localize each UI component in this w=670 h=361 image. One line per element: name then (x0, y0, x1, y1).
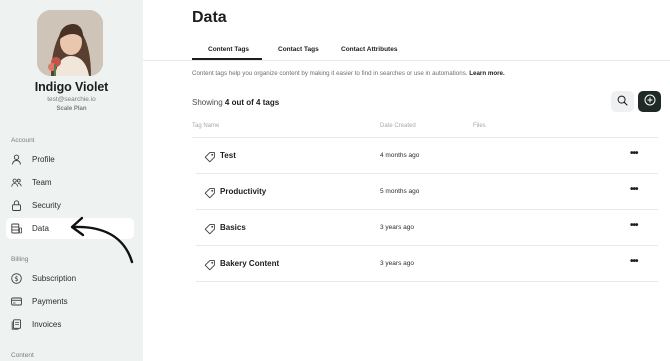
svg-text:$: $ (14, 275, 18, 283)
description-text: Content tags help you organize content b… (192, 70, 468, 77)
more-options-icon[interactable]: ••• (630, 149, 644, 161)
team-icon (11, 177, 22, 188)
sidebar-item-subscription[interactable]: $ Subscription (6, 268, 134, 289)
more-options-icon[interactable]: ••• (630, 257, 644, 269)
database-icon (11, 223, 22, 234)
section-label-account: Account (11, 137, 35, 144)
tag-icon (204, 222, 216, 235)
more-options-icon[interactable]: ••• (630, 221, 644, 233)
user-plan: Scale Plan (56, 106, 87, 112)
tag-date: 5 months ago (380, 188, 420, 195)
tab-content-tags[interactable]: Content Tags (208, 46, 249, 53)
sidebar-item-label: Data (32, 224, 49, 233)
tab-contact-tags[interactable]: Contact Tags (278, 46, 319, 53)
showing-count: Showing 4 out of 4 tags (192, 98, 279, 107)
description: Content tags help you organize content b… (192, 70, 505, 77)
user-icon (11, 154, 22, 165)
tag-date: 3 years ago (380, 260, 414, 267)
sidebar-item-label: Payments (32, 297, 68, 306)
invoice-icon (11, 319, 22, 330)
more-options-icon[interactable]: ••• (630, 185, 644, 197)
sidebar-item-label: Team (32, 178, 52, 187)
section-label-billing: Billing (11, 256, 29, 263)
tag-name: Test (220, 151, 236, 160)
credit-card-icon (11, 296, 22, 307)
tag-name: Bakery Content (220, 259, 280, 268)
page-title: Data (192, 9, 227, 26)
sidebar-item-payments[interactable]: Payments (6, 291, 134, 312)
showing-prefix: Showing (192, 98, 223, 107)
tag-name: Productivity (220, 187, 267, 196)
user-name: Indigo Violet (34, 80, 109, 94)
sidebar-item-label: Invoices (32, 320, 62, 329)
sidebar: Indigo Violet test@searchie.io Scale Pla… (0, 0, 143, 361)
showing-value: 4 out of 4 tags (224, 98, 280, 107)
tabs-divider (143, 60, 670, 61)
column-header-tag-name[interactable]: Tag Name (192, 123, 219, 129)
tab-contact-attributes[interactable]: Contact Attributes (341, 46, 397, 53)
main-panel: Data Content Tags Contact Tags Contact A… (143, 0, 670, 361)
sidebar-item-profile[interactable]: Profile (6, 149, 134, 170)
sidebar-item-invoices[interactable]: Invoices (6, 314, 134, 335)
learn-more-link[interactable]: Learn more. (469, 70, 504, 77)
tag-icon (204, 186, 216, 199)
table-row[interactable]: Basics 3 years ago ••• (196, 210, 658, 246)
table-row[interactable]: Test 4 months ago ••• (196, 138, 658, 174)
tag-date: 4 months ago (380, 152, 420, 159)
dollar-icon: $ (11, 273, 22, 284)
tag-date: 3 years ago (380, 224, 414, 231)
sidebar-item-label: Subscription (32, 274, 77, 283)
table-row[interactable]: Productivity 5 months ago ••• (196, 174, 658, 210)
sidebar-item-security[interactable]: Security (6, 195, 134, 216)
plus-circle-icon (644, 93, 656, 111)
search-icon (617, 93, 628, 111)
section-label-content: Content (11, 352, 34, 359)
tag-icon (204, 258, 216, 271)
tag-name: Basics (220, 223, 246, 232)
table-row[interactable]: Bakery Content 3 years ago ••• (196, 246, 658, 282)
sidebar-item-data[interactable]: Data (6, 218, 134, 239)
lock-icon (11, 200, 22, 211)
sidebar-item-label: Profile (32, 155, 55, 164)
add-tag-button[interactable] (638, 91, 661, 112)
sidebar-item-team[interactable]: Team (6, 172, 134, 193)
tag-icon (204, 150, 216, 163)
avatar[interactable] (37, 10, 103, 76)
search-button[interactable] (611, 91, 634, 112)
column-header-files[interactable]: Files (473, 123, 486, 129)
sidebar-item-label: Security (32, 201, 61, 210)
column-header-date-created[interactable]: Date Created (380, 123, 416, 129)
user-email: test@searchie.io (47, 96, 96, 103)
